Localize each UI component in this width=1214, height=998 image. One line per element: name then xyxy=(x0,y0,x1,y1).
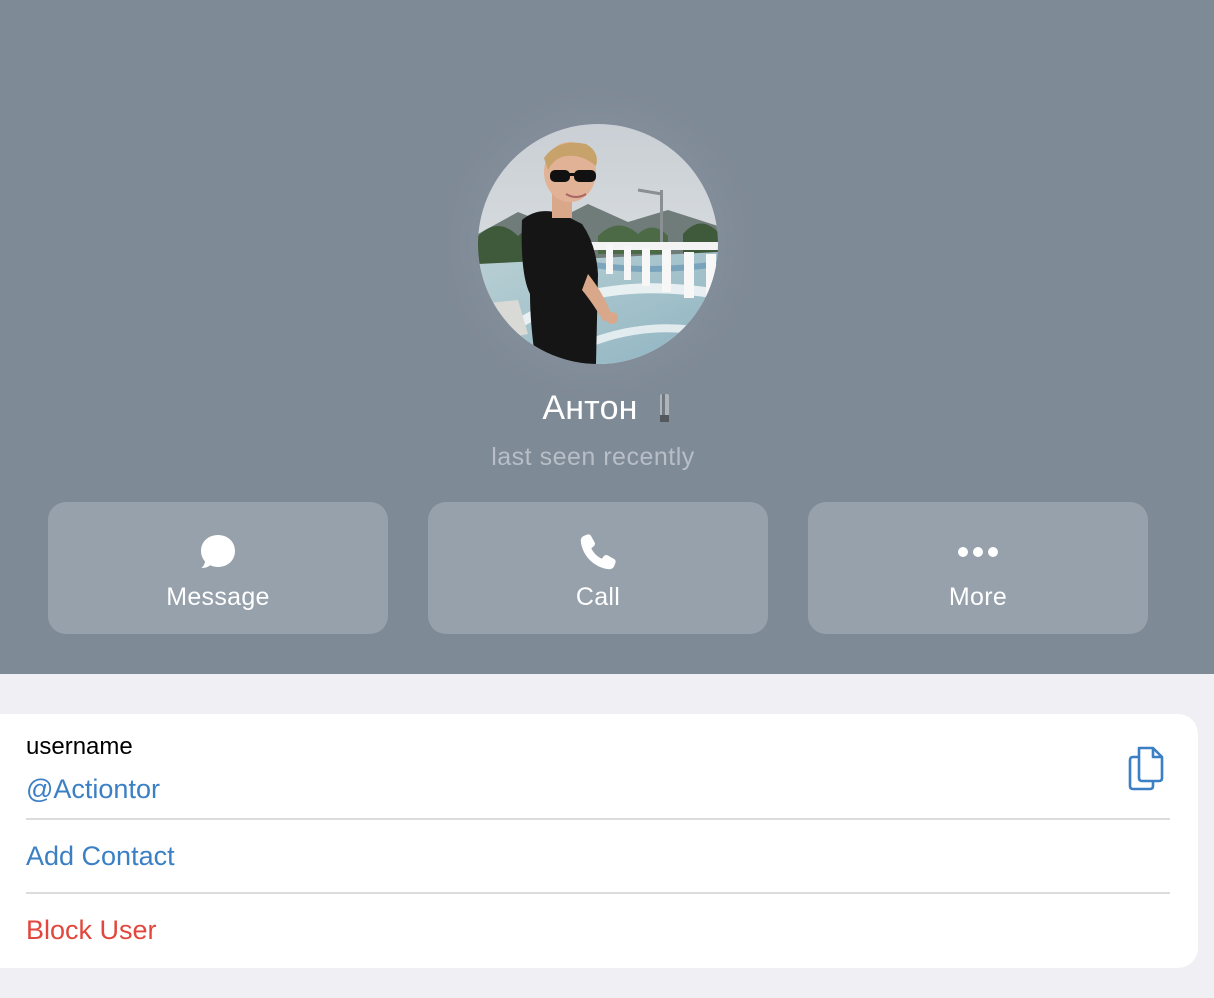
message-button[interactable]: Message xyxy=(48,502,388,634)
last-seen-status: last seen recently xyxy=(491,443,695,471)
profile-header: Антон last seen recently Message Call Mo… xyxy=(0,0,1214,674)
copy-icon[interactable] xyxy=(1124,744,1168,792)
custom-emoji-icon[interactable] xyxy=(658,391,672,425)
more-label: More xyxy=(948,583,1008,611)
username-label: username xyxy=(26,733,133,760)
profile-avatar[interactable] xyxy=(478,124,718,364)
phone-icon xyxy=(578,532,618,572)
block-user-button[interactable]: Block User xyxy=(26,913,157,947)
add-contact-button[interactable]: Add Contact xyxy=(26,839,175,873)
divider xyxy=(26,892,1170,894)
profile-name-row: Антон xyxy=(0,386,1214,430)
profile-name: Антон xyxy=(542,389,638,427)
ellipsis-icon xyxy=(958,532,998,572)
call-button[interactable]: Call xyxy=(428,502,768,634)
chat-bubble-icon xyxy=(198,532,238,572)
info-card: username @Actiontor Add Contact Block Us… xyxy=(0,714,1198,968)
more-button[interactable]: More xyxy=(808,502,1148,634)
username-value[interactable]: @Actiontor xyxy=(26,772,160,806)
divider xyxy=(26,818,1170,820)
username-row[interactable]: username @Actiontor xyxy=(0,714,1198,818)
call-label: Call xyxy=(575,583,621,611)
message-label: Message xyxy=(166,583,270,611)
action-buttons: Message Call More xyxy=(48,502,1148,634)
